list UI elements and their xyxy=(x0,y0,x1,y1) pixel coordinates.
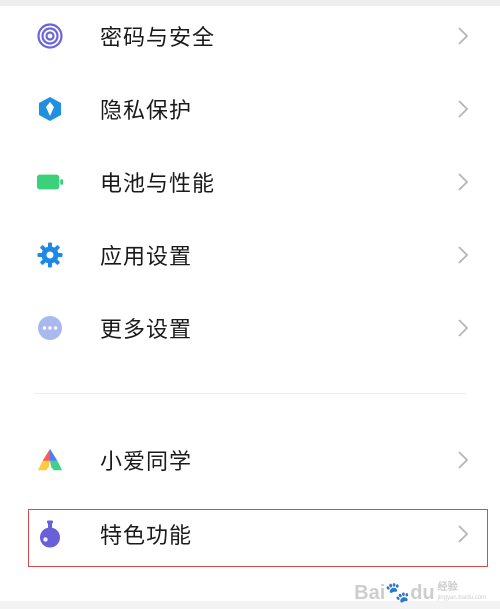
top-edge xyxy=(0,0,500,6)
flask-icon xyxy=(37,520,63,548)
settings-item-battery[interactable]: 电池与性能 xyxy=(0,154,500,210)
gear-icon xyxy=(37,242,63,268)
baidu-jingyan-watermark: Bai🐾du 经验 jingyan.baidu.com xyxy=(354,580,486,605)
fingerprint-icon xyxy=(37,23,63,49)
settings-item-label: 特色功能 xyxy=(100,524,193,549)
watermark-title: 经验 xyxy=(437,581,458,593)
settings-item-label: 更多设置 xyxy=(100,318,193,343)
settings-item-special-features[interactable]: 特色功能 xyxy=(0,506,500,562)
chevron-right-icon xyxy=(456,318,470,338)
chevron-right-icon xyxy=(456,524,470,544)
xiaoai-icon xyxy=(37,447,63,473)
settings-item-label: 密码与安全 xyxy=(100,26,216,51)
settings-item-privacy[interactable]: 隐私保护 xyxy=(0,81,500,137)
settings-item-password-security[interactable]: 密码与安全 xyxy=(0,8,500,64)
chevron-right-icon xyxy=(456,450,470,470)
settings-item-xiaoai[interactable]: 小爱同学 xyxy=(0,432,500,488)
chevron-right-icon xyxy=(456,245,470,265)
paw-icon: 🐾 xyxy=(385,582,411,604)
watermark-text: 经验 jingyan.baidu.com xyxy=(437,581,486,603)
battery-icon xyxy=(37,169,63,195)
chevron-right-icon xyxy=(456,172,470,192)
watermark-logo-part2: du xyxy=(410,582,435,604)
settings-item-label: 隐私保护 xyxy=(100,99,193,124)
privacy-shield-icon xyxy=(37,96,63,122)
settings-item-label: 应用设置 xyxy=(100,245,193,270)
settings-item-app-settings[interactable]: 应用设置 xyxy=(0,227,500,283)
watermark-logo: Bai🐾du xyxy=(354,580,434,605)
chevron-right-icon xyxy=(456,99,470,119)
chevron-right-icon xyxy=(456,26,470,46)
settings-item-more-settings[interactable]: 更多设置 xyxy=(0,300,500,356)
settings-item-label: 电池与性能 xyxy=(100,172,216,197)
watermark-logo-part1: Bai xyxy=(354,582,386,604)
watermark-url: jingyan.baidu.com xyxy=(437,594,486,601)
section-divider xyxy=(34,393,466,394)
more-dots-icon xyxy=(37,315,63,341)
settings-item-label: 小爱同学 xyxy=(100,450,193,475)
